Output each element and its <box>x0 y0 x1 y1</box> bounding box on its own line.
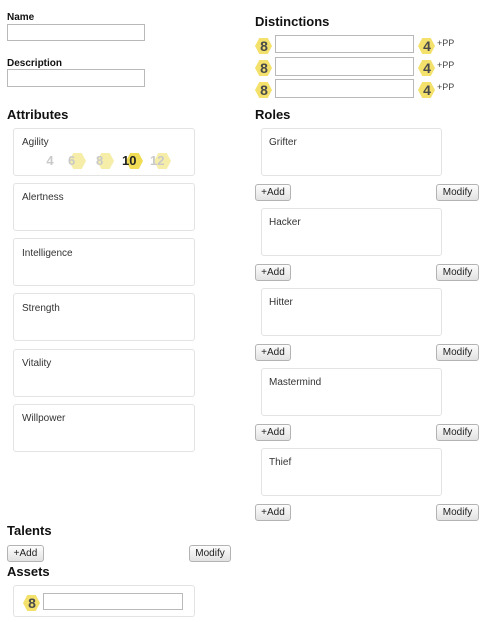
asset-panel: 8 <box>13 585 195 617</box>
role-add-button[interactable]: +Add <box>255 184 291 201</box>
talent-add-button[interactable]: +Add <box>7 545 44 562</box>
die-option-12[interactable]: 12 <box>150 152 174 170</box>
role-modify-button[interactable]: Modify <box>436 424 479 441</box>
distinction-input[interactable] <box>275 79 414 98</box>
attribute-name: Alertness <box>22 192 64 203</box>
asset-input[interactable] <box>43 593 183 610</box>
die-option-10-selected[interactable]: 10 <box>122 152 146 170</box>
roles-heading: Roles <box>255 107 291 122</box>
role-name: Thief <box>269 457 292 468</box>
attribute-name: Willpower <box>22 413 66 424</box>
distinction-die-icon: 8 <box>255 59 273 77</box>
attribute-name: Intelligence <box>22 248 73 259</box>
role-panel-hitter: Hitter <box>261 288 442 336</box>
attribute-name: Agility <box>22 137 49 148</box>
plot-point-die-icon: 4 <box>418 59 436 77</box>
distinction-die-icon: 8 <box>255 81 273 99</box>
attribute-panel-willpower: Willpower <box>13 404 195 452</box>
assets-heading: Assets <box>7 564 50 579</box>
name-input[interactable] <box>7 24 145 41</box>
role-name: Hacker <box>269 217 301 228</box>
role-panel-mastermind: Mastermind <box>261 368 442 416</box>
distinction-input[interactable] <box>275 57 414 76</box>
attribute-panel-vitality: Vitality <box>13 349 195 397</box>
role-panel-grifter: Grifter <box>261 128 442 176</box>
attribute-panel-strength: Strength <box>13 293 195 341</box>
talent-modify-button[interactable]: Modify <box>189 545 231 562</box>
distinctions-heading: Distinctions <box>255 14 330 29</box>
role-panel-thief: Thief <box>261 448 442 496</box>
distinction-die-icon: 8 <box>255 37 273 55</box>
die-option-6[interactable]: 6 <box>68 152 86 170</box>
role-modify-button[interactable]: Modify <box>436 504 479 521</box>
attribute-panel-agility: Agility 4 6 8 10 12 <box>13 128 195 176</box>
role-add-button[interactable]: +Add <box>255 264 291 281</box>
role-add-button[interactable]: +Add <box>255 424 291 441</box>
description-input[interactable] <box>7 69 145 87</box>
plot-point-label: +PP <box>437 82 455 92</box>
role-name: Hitter <box>269 297 293 308</box>
plot-point-label: +PP <box>437 60 455 70</box>
attribute-panel-intelligence: Intelligence <box>13 238 195 286</box>
asset-die-icon: 8 <box>23 594 41 612</box>
role-modify-button[interactable]: Modify <box>436 264 479 281</box>
role-add-button[interactable]: +Add <box>255 504 291 521</box>
attribute-name: Strength <box>22 303 60 314</box>
plot-point-die-icon: 4 <box>418 37 436 55</box>
die-option-8[interactable]: 8 <box>96 152 114 170</box>
attribute-name: Vitality <box>22 358 52 369</box>
plot-point-label: +PP <box>437 38 455 48</box>
role-add-button[interactable]: +Add <box>255 344 291 361</box>
plot-point-die-icon: 4 <box>418 81 436 99</box>
name-label: Name <box>7 12 35 23</box>
role-modify-button[interactable]: Modify <box>436 184 479 201</box>
description-label: Description <box>7 58 63 69</box>
role-modify-button[interactable]: Modify <box>436 344 479 361</box>
distinction-input[interactable] <box>275 35 414 53</box>
attribute-panel-alertness: Alertness <box>13 183 195 231</box>
role-name: Grifter <box>269 137 297 148</box>
die-option-4[interactable]: 4 <box>40 152 58 170</box>
attributes-heading: Attributes <box>7 107 69 122</box>
talents-heading: Talents <box>7 523 52 538</box>
role-panel-hacker: Hacker <box>261 208 442 256</box>
role-name: Mastermind <box>269 377 322 388</box>
